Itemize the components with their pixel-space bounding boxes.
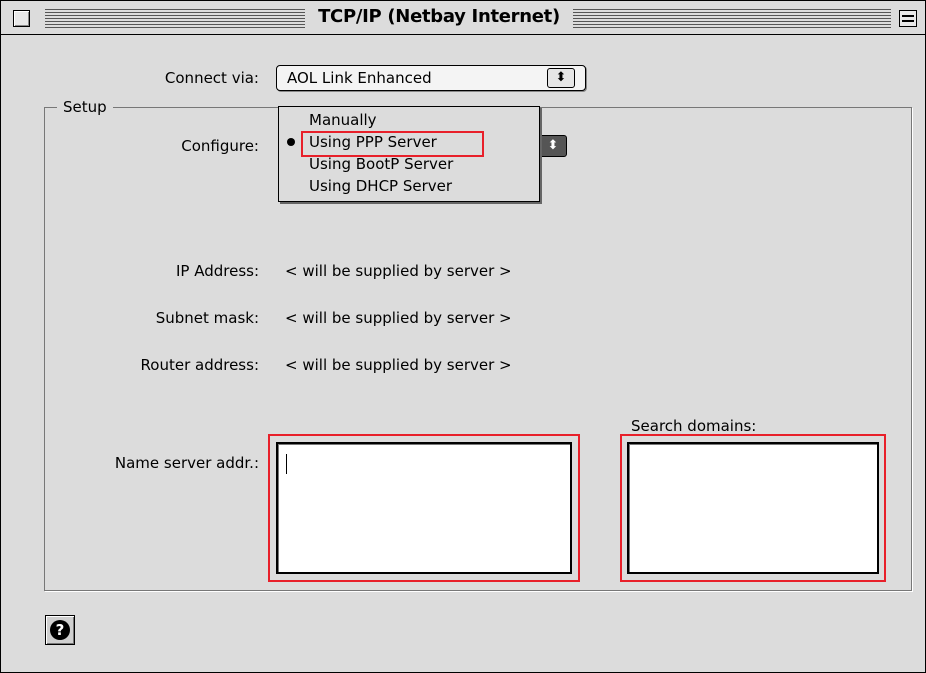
- help-button[interactable]: ?: [45, 615, 75, 645]
- setup-group-title: Setup: [57, 98, 113, 116]
- popup-arrows-icon: ⬍: [547, 68, 575, 88]
- text-caret: [286, 454, 287, 474]
- ip-address-label: IP Address:: [175, 262, 259, 280]
- ip-address-value: < will be supplied by server >: [285, 262, 512, 280]
- router-address-value: < will be supplied by server >: [285, 356, 512, 374]
- title-bar-stripes-left: [45, 9, 305, 28]
- window-title: TCP/IP (Netbay Internet): [305, 6, 573, 27]
- configure-popup-arrows-icon[interactable]: ⬍: [539, 135, 567, 157]
- ppp-highlight-frame: [301, 131, 484, 157]
- title-bar-stripes-right: [573, 9, 891, 28]
- router-address-label: Router address:: [140, 356, 259, 374]
- name-server-label: Name server addr.:: [114, 454, 259, 472]
- connect-via-label: Connect via:: [164, 69, 259, 87]
- tcpip-window: TCP/IP (Netbay Internet) Connect via: AO…: [0, 0, 926, 673]
- search-domains-field[interactable]: [627, 442, 879, 574]
- subnet-mask-value: < will be supplied by server >: [285, 309, 512, 327]
- configure-label: Configure:: [181, 137, 259, 155]
- name-server-field[interactable]: [276, 442, 572, 574]
- help-icon: ?: [50, 620, 70, 640]
- menu-item-dhcp-server[interactable]: Using DHCP Server: [309, 177, 452, 195]
- subnet-mask-label: Subnet mask:: [155, 309, 259, 327]
- connect-via-popup[interactable]: AOL Link Enhanced ⬍: [276, 65, 586, 91]
- title-bar[interactable]: TCP/IP (Netbay Internet): [1, 1, 925, 35]
- menu-item-bootp-server[interactable]: Using BootP Server: [309, 155, 453, 173]
- collapse-box-icon[interactable]: [899, 10, 917, 27]
- selected-bullet-icon: [287, 138, 295, 146]
- close-box-icon[interactable]: [13, 10, 30, 27]
- connect-via-value: AOL Link Enhanced: [287, 69, 432, 87]
- search-domains-label: Search domains:: [631, 417, 757, 435]
- menu-item-manually[interactable]: Manually: [309, 111, 377, 129]
